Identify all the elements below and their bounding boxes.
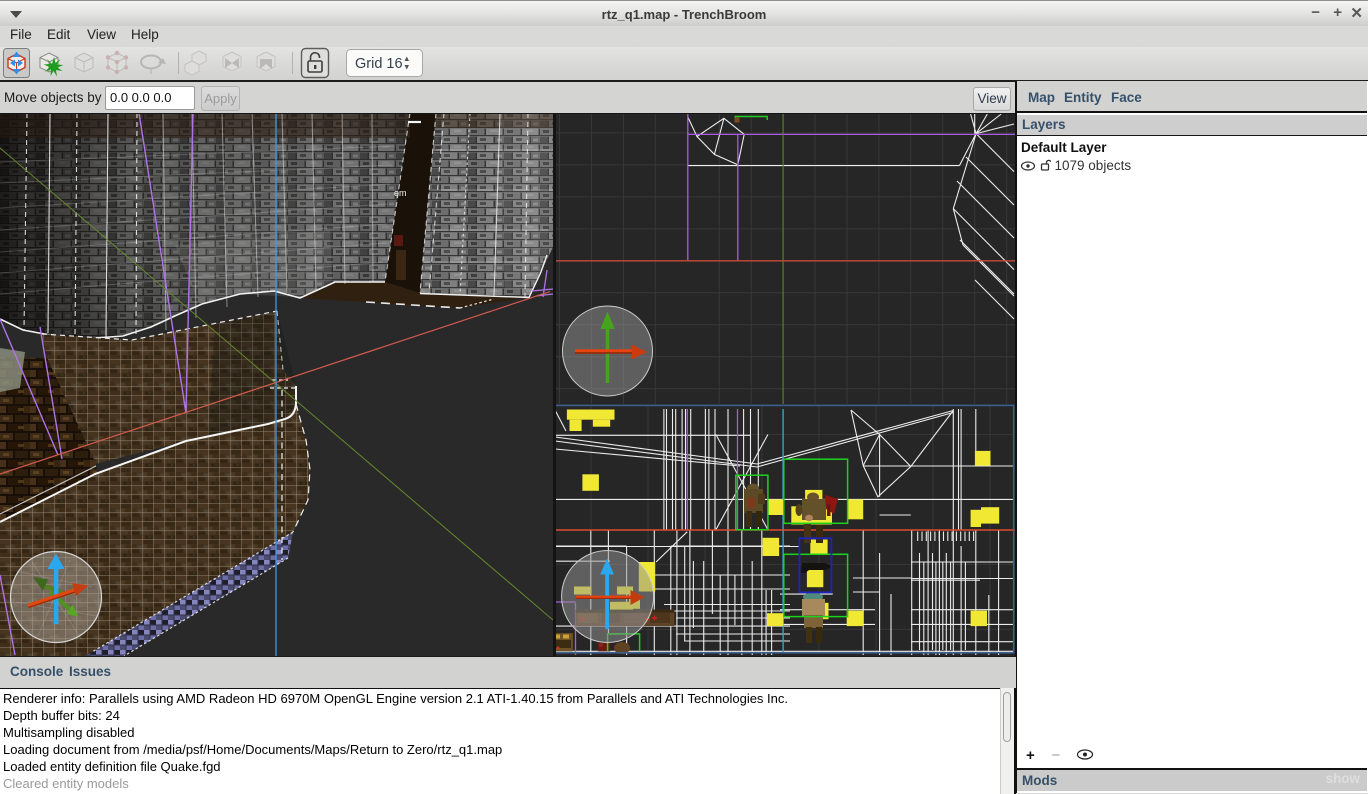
svg-text:Grid 16: Grid 16 — [355, 56, 403, 72]
svg-text:em: em — [394, 188, 407, 198]
